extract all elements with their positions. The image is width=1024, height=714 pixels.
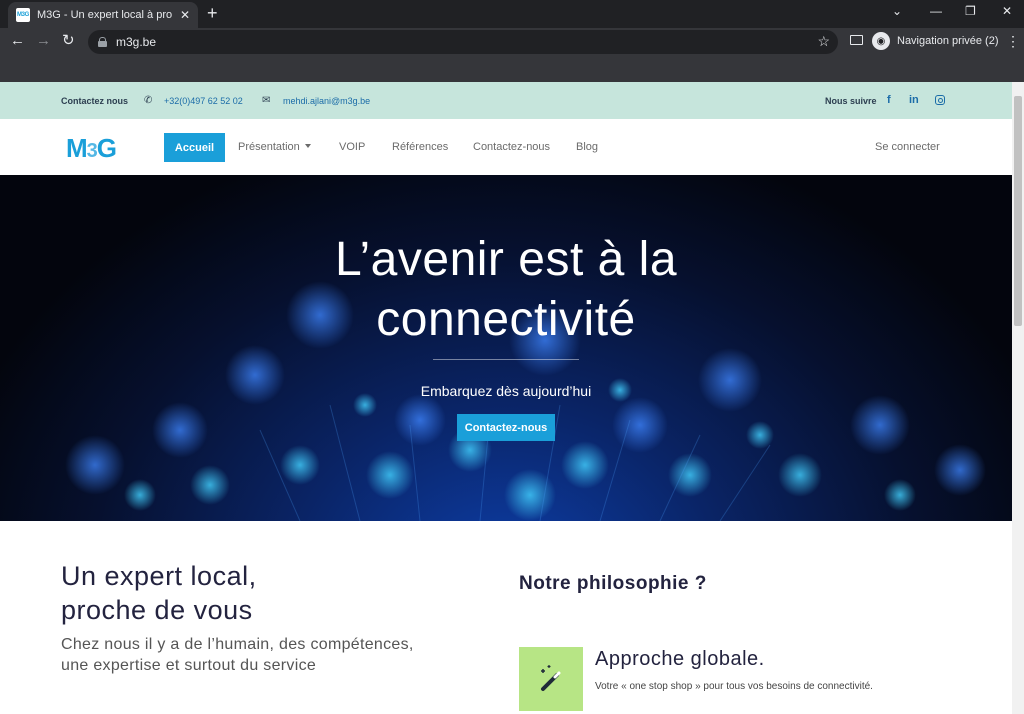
url-text: m3g.be — [116, 35, 157, 49]
nav-item-references[interactable]: Références — [392, 141, 448, 153]
tab-search-icon[interactable]: ⌄ — [892, 4, 902, 18]
hero-title-line-2: connectivité — [376, 293, 636, 346]
card-icon-box — [519, 647, 583, 711]
intro-text: Chez nous il y a de l’humain, des compét… — [61, 634, 481, 676]
back-icon[interactable]: ← — [10, 33, 25, 49]
main-navbar: M3G Accueil Présentation VOIP Références… — [0, 119, 1012, 175]
lock-icon[interactable] — [98, 37, 107, 47]
browser-menu-icon[interactable]: ⋮ — [1006, 34, 1020, 48]
nav-item-blog[interactable]: Blog — [576, 141, 598, 153]
forward-icon[interactable]: → — [36, 33, 51, 49]
page-viewport: Contactez nous ✆ +32(0)497 62 52 02 ✉ me… — [0, 82, 1012, 714]
email-link[interactable]: mehdi.ajlani@m3g.be — [283, 96, 370, 106]
browser-content-gap — [0, 56, 1024, 82]
phone-link[interactable]: +32(0)497 62 52 02 — [164, 96, 243, 106]
logo-letter-g: G — [96, 133, 117, 163]
intro-section: Un expert local, proche de vous Chez nou… — [0, 521, 1012, 714]
hero-banner: L’avenir est à la connectivité Embarquez… — [0, 175, 1012, 521]
minimize-icon[interactable]: — — [930, 4, 942, 18]
login-link[interactable]: Se connecter — [875, 141, 940, 153]
hero-title: L’avenir est à la connectivité — [0, 230, 1012, 350]
contact-bar: Contactez nous ✆ +32(0)497 62 52 02 ✉ me… — [0, 82, 1012, 119]
close-window-icon[interactable]: ✕ — [1002, 4, 1012, 18]
address-bar[interactable]: m3g.be ☆ — [88, 30, 838, 54]
tab-title: M3G - Un expert local à proximité — [37, 9, 172, 21]
intro-heading: Un expert local, proche de vous — [61, 559, 257, 627]
nav-item-accueil[interactable]: Accueil — [164, 133, 225, 162]
nav-item-voip[interactable]: VOIP — [339, 141, 365, 153]
private-browsing-label: Navigation privée (2) — [897, 35, 999, 47]
card-title: Approche globale. — [595, 648, 765, 670]
linkedin-icon[interactable]: in — [909, 94, 919, 106]
nav-item-contact[interactable]: Contactez-nous — [473, 141, 550, 153]
scrollbar-thumb[interactable] — [1014, 96, 1022, 326]
nav-item-presentation[interactable]: Présentation — [238, 141, 311, 153]
tab-close-icon[interactable]: ✕ — [180, 8, 190, 22]
intro-text-line-1: Chez nous il y a de l’humain, des compét… — [61, 636, 414, 653]
new-tab-icon[interactable]: + — [207, 4, 218, 22]
contact-label: Contactez nous — [61, 96, 129, 106]
cast-icon[interactable] — [850, 35, 863, 45]
browser-tab[interactable]: M3G M3G - Un expert local à proximité ✕ — [8, 2, 198, 28]
envelope-icon: ✉ — [262, 95, 271, 106]
hero-divider — [433, 359, 579, 360]
site-favicon-icon: M3G — [16, 8, 30, 22]
phone-icon: ✆ — [144, 95, 153, 106]
browser-toolbar: ← → ↻ m3g.be ☆ ◉ Navigation privée (2) ⋮ — [0, 28, 1024, 56]
nav-item-presentation-label: Présentation — [238, 141, 300, 153]
logo-letter-m: M — [66, 133, 88, 163]
intro-text-line-2: une expertise et surtout du service — [61, 657, 317, 674]
philosophy-heading: Notre philosophie ? — [519, 573, 707, 594]
bookmark-star-icon[interactable]: ☆ — [817, 33, 830, 50]
page-scrollbar[interactable] — [1012, 82, 1024, 714]
logo-digit-3: 3 — [86, 140, 98, 162]
intro-heading-line-1: Un expert local, — [61, 561, 257, 591]
private-browsing-badge[interactable]: ◉ Navigation privée (2) — [872, 32, 999, 50]
intro-heading-line-2: proche de vous — [61, 595, 253, 625]
reload-icon[interactable]: ↻ — [62, 33, 75, 49]
hero-subtitle: Embarquez dès aujourd’hui — [420, 383, 592, 399]
card-text: Votre « one stop shop » pour tous vos be… — [595, 681, 873, 692]
restore-icon[interactable]: ❐ — [965, 4, 976, 18]
hero-contact-button[interactable]: Contactez-nous — [457, 414, 555, 441]
hero-title-line-1: L’avenir est à la — [334, 233, 678, 286]
magic-wand-icon — [541, 665, 561, 691]
site-logo[interactable]: M3G — [66, 133, 117, 164]
facebook-icon[interactable]: f — [887, 94, 891, 106]
browser-tabstrip: M3G M3G - Un expert local à proximité ✕ … — [0, 0, 1024, 28]
follow-label: Nous suivre — [825, 96, 877, 106]
instagram-icon[interactable] — [935, 95, 945, 105]
incognito-icon: ◉ — [872, 32, 890, 50]
caret-down-icon — [304, 144, 311, 148]
